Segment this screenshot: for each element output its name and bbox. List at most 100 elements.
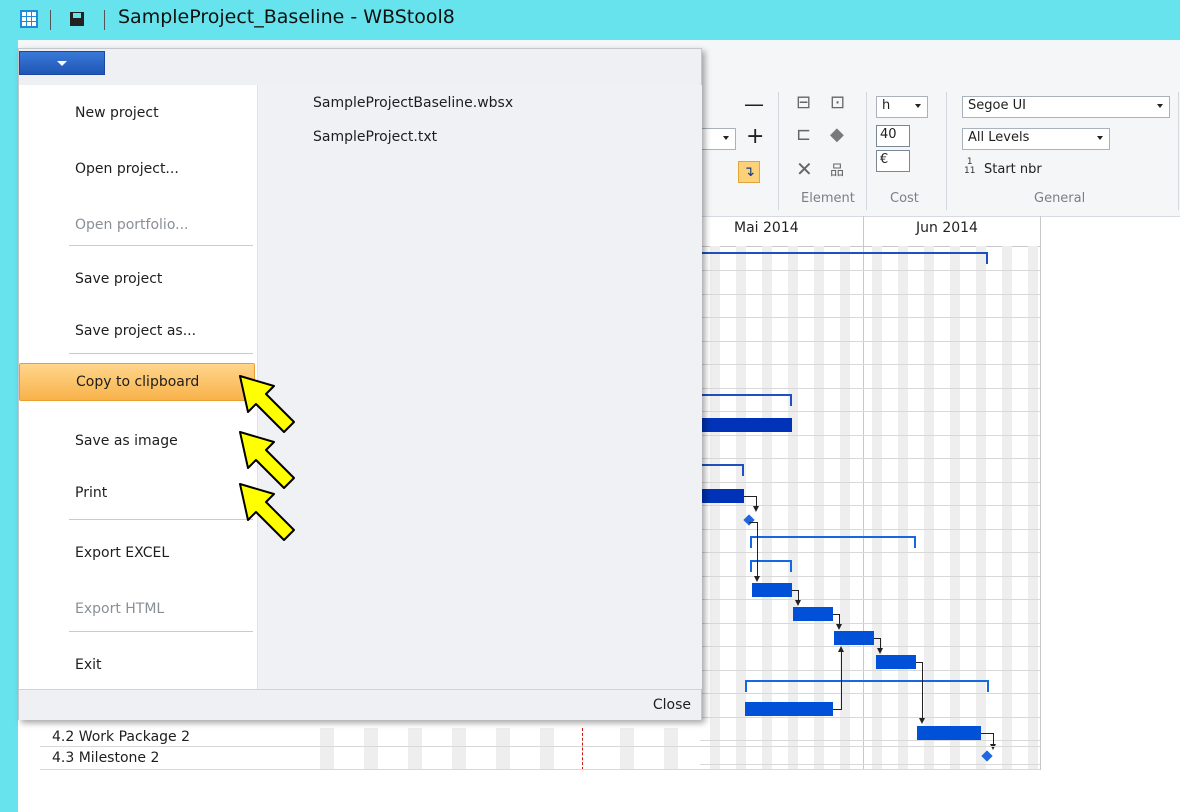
gantt-row-line: [700, 740, 1040, 741]
weekend-shade: [664, 728, 678, 770]
structure-icon[interactable]: 品: [830, 162, 844, 180]
gantt-row-line: [700, 764, 1040, 765]
group-label-element: Element: [801, 191, 855, 206]
currency-field[interactable]: €: [876, 150, 910, 172]
recent-file-item[interactable]: SampleProject.txt: [313, 129, 437, 145]
menu-item-save-project-as[interactable]: Save project as...: [19, 311, 255, 351]
gantt-row-line: [700, 529, 1040, 530]
weekend-shade: [364, 728, 378, 770]
menu-item-export-html[interactable]: Export HTML: [19, 589, 255, 629]
window-title: SampleProject_Baseline - WBStool8: [118, 6, 455, 28]
gantt-row-line: [700, 646, 1040, 647]
file-menu: New project Open project... Open portfol…: [18, 48, 702, 720]
recent-files-panel: [257, 85, 702, 689]
recent-file-item[interactable]: SampleProjectBaseline.wbsx: [313, 95, 513, 111]
menu-item-export-excel[interactable]: Export EXCEL: [19, 533, 255, 573]
gantt-row-line: [700, 458, 1040, 459]
edit-icon[interactable]: ⊡: [830, 94, 845, 112]
dependency-link: [981, 733, 993, 734]
gantt-row-line: [700, 717, 1040, 718]
zoom-combo[interactable]: [702, 128, 736, 150]
start-number-icon: 1 11: [964, 157, 976, 176]
expand-button[interactable]: +: [746, 124, 764, 149]
milestone-diamond-icon[interactable]: ◆: [830, 126, 844, 144]
menu-item-save-project[interactable]: Save project: [19, 259, 255, 299]
menu-item-open-project[interactable]: Open project...: [19, 149, 255, 189]
gantt-row-line: [700, 576, 1040, 577]
gantt-bar[interactable]: [700, 418, 792, 432]
dependency-arrow: [990, 744, 996, 750]
gantt-bar[interactable]: [917, 726, 981, 740]
dependency-link: [757, 522, 758, 578]
gantt-bar[interactable]: [834, 631, 874, 645]
menu-item-print[interactable]: Print: [19, 473, 255, 513]
ribbon-separator: [1178, 92, 1179, 210]
gantt-row-line: [700, 435, 1040, 436]
project-summary-bracket: [700, 252, 988, 264]
menu-item-copy-to-clipboard[interactable]: Copy to clipboard: [19, 363, 255, 401]
menu-separator: [69, 353, 253, 354]
font-select[interactable]: Segoe UI: [962, 96, 1170, 118]
task-name[interactable]: 4.2 Work Package 2: [52, 729, 190, 745]
gantt-bar[interactable]: [793, 607, 833, 621]
today-line: [582, 728, 583, 770]
pointer-arrow-icon: [239, 375, 295, 433]
menu-item-open-portfolio[interactable]: Open portfolio...: [19, 205, 255, 245]
weekend-shade: [710, 246, 720, 770]
start-nbr-label[interactable]: Start nbr: [984, 162, 1042, 177]
dependency-arrow: [877, 648, 883, 654]
weekend-shade: [320, 728, 334, 770]
weekend-shade: [1002, 246, 1012, 770]
dependency-arrow: [919, 718, 925, 724]
gantt-bar[interactable]: [700, 489, 744, 503]
save-icon[interactable]: [70, 12, 84, 26]
table-row-divider: [40, 746, 1040, 747]
levels-select-value: All Levels: [968, 130, 1030, 145]
weekend-shade: [496, 728, 510, 770]
weekend-shade: [620, 728, 634, 770]
file-menu-footer: Close: [19, 689, 701, 720]
weekend-shade: [1028, 246, 1038, 770]
file-menu-header: [19, 49, 701, 86]
menu-item-save-as-image[interactable]: Save as image: [19, 421, 255, 461]
gantt-row-line: [700, 364, 1040, 365]
task-name[interactable]: 4.3 Milestone 2: [52, 750, 159, 766]
hours-field[interactable]: 40: [876, 125, 910, 147]
collapse-button[interactable]: —: [744, 92, 764, 116]
group-label-cost: Cost: [890, 191, 919, 206]
gantt-bar[interactable]: [876, 655, 916, 669]
ribbon-separator: [778, 92, 779, 210]
indent-arrow-button[interactable]: ↴: [738, 161, 760, 183]
pointer-arrow-icon: [239, 483, 295, 541]
dependency-link: [744, 496, 756, 497]
gantt-row-line: [700, 411, 1040, 412]
gantt-row-line: [700, 599, 1040, 600]
file-menu-button[interactable]: [19, 51, 105, 75]
unit-select[interactable]: h: [876, 96, 928, 118]
gantt-row-line: [700, 623, 1040, 624]
insert-above-icon[interactable]: ⊟: [796, 94, 811, 112]
summary-bracket: [745, 680, 989, 692]
menu-item-new-project[interactable]: New project: [19, 93, 255, 133]
levels-select[interactable]: All Levels: [962, 128, 1110, 150]
gantt-row-line: [700, 482, 1040, 483]
ribbon-separator: [946, 92, 947, 210]
weekend-shade: [540, 728, 554, 770]
dependency-link: [749, 522, 757, 523]
gantt-row-line: [700, 388, 1040, 389]
title-separator: [50, 10, 51, 30]
table-row-divider: [40, 769, 1040, 770]
gantt-row-line: [700, 317, 1040, 318]
delete-icon[interactable]: ✕: [796, 159, 813, 179]
gantt-row-line: [700, 693, 1040, 694]
menu-item-exit[interactable]: Exit: [19, 645, 255, 685]
gantt-row-line: [700, 341, 1040, 342]
gantt-bar[interactable]: [745, 702, 833, 716]
dependency-link: [841, 650, 842, 710]
app-grid-icon[interactable]: [20, 10, 38, 28]
gantt-bar[interactable]: [752, 583, 792, 597]
dependency-arrow: [753, 506, 759, 512]
dependency-arrow: [836, 624, 842, 630]
close-button[interactable]: Close: [653, 697, 691, 713]
insert-child-icon[interactable]: ⊏: [796, 126, 811, 144]
